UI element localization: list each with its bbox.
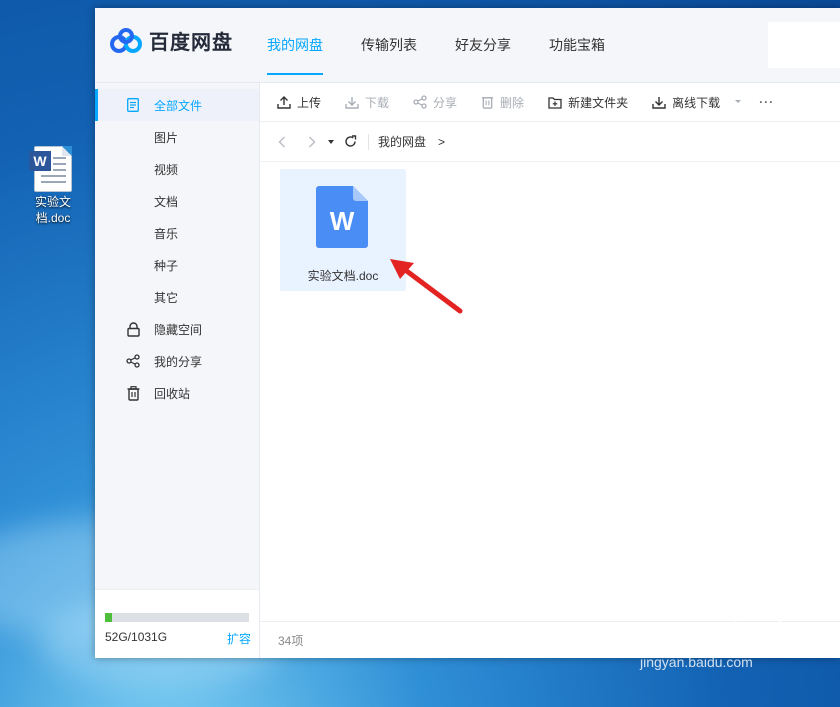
app-title: 百度网盘 <box>149 32 233 54</box>
refresh-icon <box>344 135 356 147</box>
storage-quota: 52G/1031G 扩容 <box>95 589 259 658</box>
app-logo: 百度网盘 <box>109 26 233 55</box>
top-right-panel[interactable] <box>768 22 840 68</box>
sidebar-item-documents[interactable]: 文档 <box>95 185 259 217</box>
top-bar: 百度网盘 我的网盘 传输列表 好友分享 功能宝箱 <box>95 8 840 83</box>
download-button[interactable]: 下载 <box>345 94 389 111</box>
share-icon <box>125 353 141 369</box>
sidebar-item-label: 种子 <box>154 258 179 273</box>
expand-storage-link[interactable]: 扩容 <box>227 630 251 647</box>
sidebar-item-label: 音乐 <box>154 226 179 241</box>
main-nav: 我的网盘 传输列表 好友分享 功能宝箱 <box>267 8 643 82</box>
sidebar-item-other[interactable]: 其它 <box>95 281 259 313</box>
item-count: 34项 <box>278 634 304 648</box>
more-button[interactable]: ··· <box>759 95 774 109</box>
caret-down-icon <box>328 139 334 144</box>
new-folder-icon <box>548 96 562 109</box>
quota-progress-bar <box>105 613 249 622</box>
watermark: Baidu经验 jingyan.baidu.com <box>640 612 790 670</box>
sidebar-item-label: 文档 <box>154 194 179 209</box>
divider <box>368 133 369 150</box>
annotation-arrow-icon <box>390 259 463 314</box>
download-icon <box>345 96 359 109</box>
download-icon <box>652 96 666 109</box>
main-content: 上传 下载 分享 删除 新建文件夹 离线下载 ··· 我的网盘 > W 实验文档… <box>260 83 840 658</box>
sidebar-item-torrents[interactable]: 种子 <box>95 249 259 281</box>
back-button[interactable] <box>272 136 292 148</box>
delete-button[interactable]: 删除 <box>481 94 524 111</box>
caret-down-icon <box>735 100 742 103</box>
chevron-right-icon <box>309 136 316 147</box>
file-glyph: W <box>330 206 355 236</box>
tab-toolbox[interactable]: 功能宝箱 <box>549 8 605 82</box>
file-grid: W 实验文档.doc <box>260 161 840 618</box>
trash-icon <box>481 97 494 109</box>
watermark-url: jingyan.baidu.com <box>640 654 753 670</box>
desktop-file-icon[interactable]: W 实验文档.doc <box>22 146 84 226</box>
word-document-icon: W <box>29 146 72 192</box>
sidebar-item-images[interactable]: 图片 <box>95 121 259 153</box>
watermark-title: Baidu经验 <box>640 621 791 654</box>
upload-icon <box>277 95 291 109</box>
trash-icon <box>125 385 141 401</box>
baidu-netdisk-window: 百度网盘 我的网盘 传输列表 好友分享 功能宝箱 全部文件 图片 视频 文档 音… <box>95 8 840 658</box>
offline-download-button[interactable]: 离线下载 <box>652 94 748 111</box>
sidebar-item-all-files[interactable]: 全部文件 <box>95 89 259 121</box>
breadcrumb-root[interactable]: 我的网盘 <box>378 133 426 150</box>
sidebar-item-label: 视频 <box>154 162 179 177</box>
sidebar-item-label: 其它 <box>154 290 179 305</box>
sidebar: 全部文件 图片 视频 文档 音乐 种子 其它 隐藏空间 我的分享 回收站 52G… <box>95 83 260 658</box>
tab-my-netdisk[interactable]: 我的网盘 <box>267 8 323 82</box>
sidebar-item-recycle-bin[interactable]: 回收站 <box>95 377 259 409</box>
sidebar-item-label: 隐藏空间 <box>154 322 203 337</box>
toolbar: 上传 下载 分享 删除 新建文件夹 离线下载 ··· <box>260 83 840 122</box>
sidebar-item-label: 我的分享 <box>154 354 203 369</box>
quota-progress-fill <box>105 613 113 622</box>
history-dropdown[interactable] <box>324 139 338 145</box>
sidebar-item-hidden-space[interactable]: 隐藏空间 <box>95 313 259 345</box>
desktop-file-label: 实验文档.doc <box>34 195 71 225</box>
sidebar-item-label: 全部文件 <box>154 98 203 113</box>
breadcrumb-bar: 我的网盘 > <box>260 122 840 162</box>
tab-transfer-list[interactable]: 传输列表 <box>361 8 417 82</box>
document-icon <box>125 97 141 113</box>
sidebar-item-my-share[interactable]: 我的分享 <box>95 345 259 377</box>
share-button[interactable]: 分享 <box>413 94 457 111</box>
sidebar-item-music[interactable]: 音乐 <box>95 217 259 249</box>
sidebar-item-label: 图片 <box>154 130 179 145</box>
tab-friend-share[interactable]: 好友分享 <box>455 8 511 82</box>
sidebar-item-videos[interactable]: 视频 <box>95 153 259 185</box>
chevron-left-icon <box>278 136 285 147</box>
quota-text: 52G/1031G <box>105 630 168 644</box>
lock-icon <box>125 321 141 337</box>
forward-button[interactable] <box>302 136 322 148</box>
breadcrumb-separator: > <box>438 134 446 149</box>
cloud-logo-icon <box>110 27 142 53</box>
upload-button[interactable]: 上传 <box>277 94 321 111</box>
new-folder-button[interactable]: 新建文件夹 <box>548 94 628 111</box>
refresh-button[interactable] <box>340 135 360 148</box>
word-document-icon: W <box>316 186 368 248</box>
sidebar-item-label: 回收站 <box>154 386 191 401</box>
share-icon <box>413 95 427 109</box>
